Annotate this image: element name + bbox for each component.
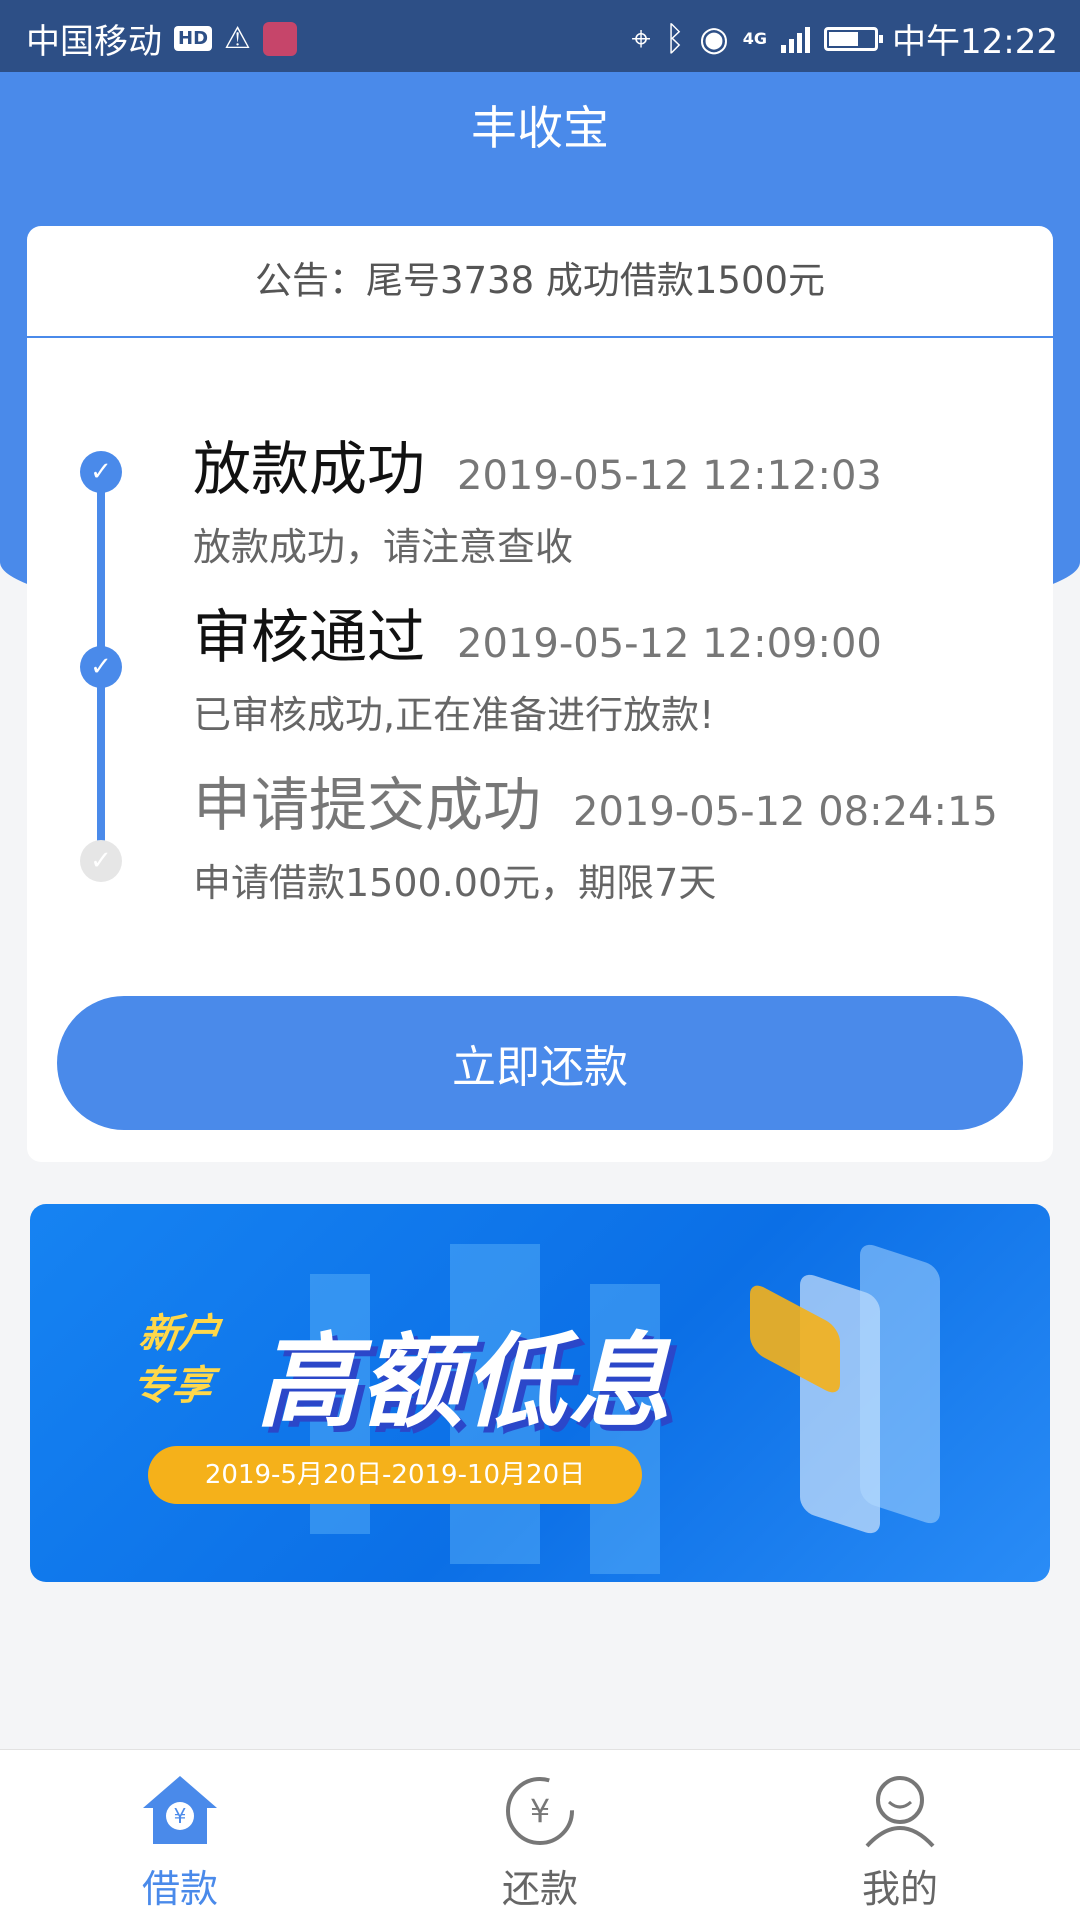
status-left: 中国移动 HD ⚠	[26, 14, 297, 63]
house-yen-icon: ¥	[139, 1770, 221, 1852]
svg-text:¥: ¥	[174, 1804, 187, 1828]
eye-comfort-icon: ◉	[699, 18, 729, 59]
step-description: 已审核成功,正在准备进行放款!	[193, 693, 715, 737]
card-decoration	[860, 1241, 940, 1527]
timeline-step-approved: 审核通过 2019-05-12 12:09:00 已审核成功,正在准备进行放款!	[193, 590, 882, 739]
bluetooth-icon: ᛒ	[664, 18, 686, 59]
timeline-step-submitted: 申请提交成功 2019-05-12 08:24:15 申请借款1500.00元，…	[193, 758, 998, 907]
banner-tag-line1: 新户	[136, 1311, 223, 1357]
signal-icon	[781, 25, 811, 53]
notice-bar: 公告：尾号3738 成功借款1500元	[27, 226, 1053, 338]
clock: 中午12:22	[892, 22, 1058, 62]
nav-label: 还款	[501, 1867, 578, 1911]
banner-date-range: 2019-5月20日-2019-10月20日	[148, 1446, 642, 1504]
timeline-step-disbursed: 放款成功 2019-05-12 12:12:03 放款成功，请注意查收	[193, 422, 882, 571]
step-title: 审核通过	[193, 603, 426, 671]
promo-banner[interactable]: 新户 专享 高额低息 2019-5月20日-2019-10月20日	[30, 1204, 1050, 1582]
user-icon	[859, 1770, 941, 1852]
step-pending-check-icon: ✓	[80, 840, 122, 882]
bottom-navigation: ¥ 借款 ¥ 还款 我的	[0, 1749, 1080, 1920]
banner-tag: 新户 专享	[129, 1308, 224, 1412]
nav-label: 我的	[861, 1867, 938, 1911]
nav-item-mine[interactable]: 我的	[720, 1750, 1080, 1920]
step-time: 2019-05-12 12:12:03	[457, 453, 882, 499]
banner-headline: 高额低息	[256, 1323, 672, 1442]
step-title: 放款成功	[193, 435, 426, 503]
status-right: ⌖ ᛒ ◉ 4G 中午12:22	[632, 14, 1058, 63]
nav-item-repay[interactable]: ¥ 还款	[360, 1750, 720, 1920]
page-title: 丰收宝	[471, 101, 609, 155]
step-time: 2019-05-12 08:24:15	[573, 789, 998, 835]
hd-icon: HD	[174, 26, 213, 51]
step-description: 放款成功，请注意查收	[193, 525, 574, 569]
step-done-check-icon: ✓	[80, 451, 122, 493]
step-title: 申请提交成功	[193, 771, 542, 839]
nav-label: 借款	[141, 1867, 218, 1911]
network-type-label: 4G	[742, 29, 768, 48]
step-time: 2019-05-12 12:09:00	[457, 621, 882, 667]
battery-fill	[829, 31, 859, 46]
status-bar: 中国移动 HD ⚠ ⌖ ᛒ ◉ 4G 中午12:22	[0, 0, 1080, 72]
nav-item-borrow[interactable]: ¥ 借款	[0, 1750, 360, 1920]
notification-app-icon	[262, 21, 297, 56]
repay-now-button[interactable]: 立即还款	[57, 996, 1023, 1130]
carrier-label: 中国移动	[26, 22, 162, 62]
loan-status-card: 公告：尾号3738 成功借款1500元 ✓ ✓ ✓ 放款成功 2019-05-1…	[27, 226, 1053, 1162]
yen-refresh-icon: ¥	[499, 1770, 581, 1852]
battery-icon	[824, 26, 884, 51]
svg-text:¥: ¥	[530, 1792, 550, 1830]
location-icon: ⌖	[631, 18, 651, 59]
step-description: 申请借款1500.00元，期限7天	[193, 861, 717, 905]
step-done-check-icon: ✓	[80, 646, 122, 688]
banner-tag-line2: 专享	[129, 1363, 216, 1409]
warning-icon: ⚠	[224, 21, 251, 56]
